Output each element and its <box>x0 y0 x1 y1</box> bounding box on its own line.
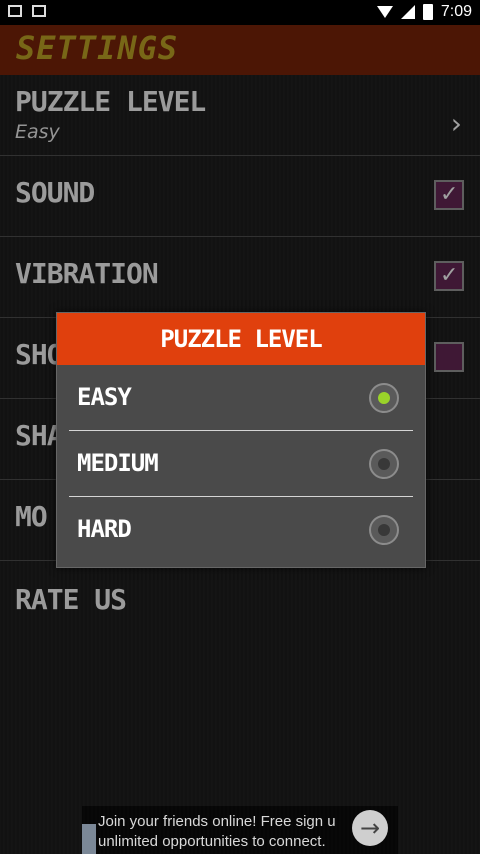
option-hard[interactable]: HARD <box>69 497 413 562</box>
radio-button[interactable] <box>369 515 399 545</box>
option-label: HARD <box>77 515 132 543</box>
puzzle-level-dialog: PUZZLE LEVEL EASY MEDIUM HARD <box>56 312 426 568</box>
status-time: 7:09 <box>440 3 472 20</box>
option-label: MEDIUM <box>77 449 159 477</box>
wifi-icon <box>376 6 393 18</box>
signal-icon <box>400 5 415 19</box>
radio-button[interactable] <box>369 449 399 479</box>
option-medium[interactable]: MEDIUM <box>69 431 413 497</box>
ad-text: Join your friends online! Free sign u un… <box>98 812 336 852</box>
gallery-icon <box>8 5 22 17</box>
battery-icon <box>422 4 433 20</box>
radio-button-selected[interactable] <box>369 383 399 413</box>
ad-choices-icon[interactable] <box>82 824 96 854</box>
notification-icon <box>32 5 46 17</box>
option-label: EASY <box>77 383 132 411</box>
ad-banner[interactable]: Join your friends online! Free sign u un… <box>82 806 398 854</box>
dialog-title: PUZZLE LEVEL <box>160 325 322 353</box>
status-bar: 7:09 <box>0 0 480 25</box>
ad-text-line-2: unlimited opportunities to connect. <box>98 833 326 850</box>
arrow-right-icon[interactable]: → <box>352 810 388 846</box>
option-easy[interactable]: EASY <box>69 365 413 431</box>
dialog-title-bar: PUZZLE LEVEL <box>57 313 425 365</box>
screen: 7:09 SETTINGS PUZZLE LEVEL Easy › SOUND … <box>0 0 480 854</box>
ad-text-line-1: Join your friends online! Free sign u <box>98 813 336 830</box>
